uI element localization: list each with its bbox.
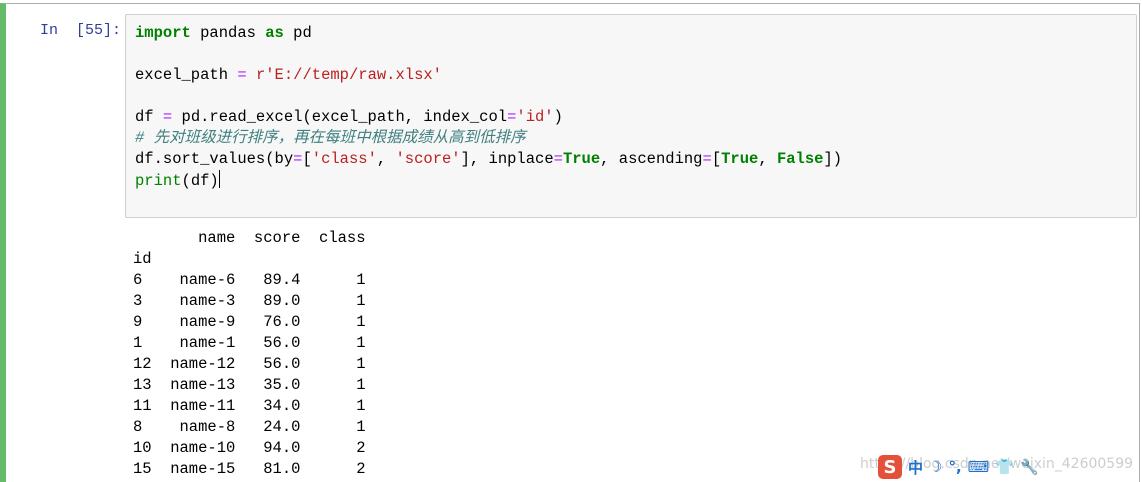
- code-token: , ascending: [600, 150, 703, 168]
- output-row: 3 name-3 89.0 1: [133, 292, 366, 310]
- operator: =: [162, 108, 173, 126]
- notebook-cell[interactable]: In [55]: import pandas as pd excel_path …: [0, 3, 1140, 482]
- output-row: 15 name-15 81.0 2: [133, 460, 366, 478]
- lang-toggle[interactable]: 中: [908, 457, 923, 478]
- code-text[interactable]: import pandas as pd excel_path = r'E://t…: [135, 23, 842, 192]
- ime-toolbar[interactable]: S 中 ☽ °, ⌨ 👕 🔧: [878, 453, 1039, 481]
- code-token: [: [711, 150, 722, 168]
- moon-icon[interactable]: ☽: [929, 458, 942, 476]
- code-token: ,: [758, 150, 777, 168]
- output-row: 12 name-12 56.0 1: [133, 355, 366, 373]
- skin-shirt-icon[interactable]: 👕: [995, 458, 1014, 476]
- string-literal: 'score': [395, 150, 461, 168]
- code-line-6: print(df): [135, 170, 220, 190]
- code-line-5: df.sort_values(by=['class', 'score'], in…: [135, 150, 842, 168]
- output-row: 10 name-10 94.0 2: [133, 439, 366, 457]
- output-row: 11 name-11 34.0 1: [133, 397, 366, 415]
- code-token: pd.read_excel(excel_path, index_col: [172, 108, 508, 126]
- operator: =: [702, 150, 712, 168]
- output-row: 8 name-8 24.0 1: [133, 418, 366, 436]
- wrench-icon[interactable]: 🔧: [1020, 458, 1039, 476]
- code-token: [: [302, 150, 312, 168]
- text-cursor: [218, 170, 220, 188]
- code-token: ], inplace: [460, 150, 554, 168]
- code-line-2: excel_path = r'E://temp/raw.xlsx': [135, 66, 442, 84]
- operator: =: [237, 66, 247, 84]
- kw-true: True: [562, 150, 601, 168]
- output-row: 9 name-9 76.0 1: [133, 313, 366, 331]
- kw-true: True: [721, 150, 759, 168]
- output-header: name score class: [133, 229, 366, 247]
- code-token: ]): [823, 150, 843, 168]
- code-token: df: [135, 108, 163, 126]
- operator: =: [507, 108, 517, 126]
- kw-import: import: [135, 24, 191, 42]
- code-token: pd: [283, 24, 312, 42]
- string-literal: 'id': [516, 108, 554, 126]
- code-token: excel_path: [135, 66, 238, 84]
- string-literal: 'class': [311, 150, 377, 168]
- code-line-4-comment: # 先对班级进行排序，再在每班中根据成绩从高到低排序: [135, 129, 526, 147]
- builtin-print: print: [135, 172, 182, 190]
- kw-as: as: [265, 24, 284, 42]
- code-line-3: df = pd.read_excel(excel_path, index_col…: [135, 108, 563, 126]
- output-row: 1 name-1 56.0 1: [133, 334, 366, 352]
- code-editor[interactable]: import pandas as pd excel_path = r'E://t…: [125, 14, 1137, 218]
- cell-output: name score class id 6 name-6 89.4 1 3 na…: [133, 228, 366, 480]
- code-token: df.sort_values(by: [135, 150, 294, 168]
- operator: =: [553, 150, 563, 168]
- kw-false: False: [776, 150, 824, 168]
- code-line-1: import pandas as pd: [135, 24, 312, 42]
- code-token: (df): [181, 172, 219, 190]
- output-row: 6 name-6 89.4 1: [133, 271, 366, 289]
- output-row: 13 name-13 35.0 1: [133, 376, 366, 394]
- code-token: ,: [376, 150, 396, 168]
- code-token: ): [553, 108, 563, 126]
- keyboard-icon[interactable]: ⌨: [968, 458, 990, 476]
- punctuation-icon[interactable]: °,: [948, 458, 961, 476]
- input-prompt: In [55]:: [40, 22, 122, 39]
- sogou-logo-icon[interactable]: S: [878, 455, 902, 479]
- string-literal: r'E://temp/raw.xlsx': [255, 66, 442, 84]
- code-token: pandas: [190, 24, 266, 42]
- output-index-label: id: [133, 250, 152, 268]
